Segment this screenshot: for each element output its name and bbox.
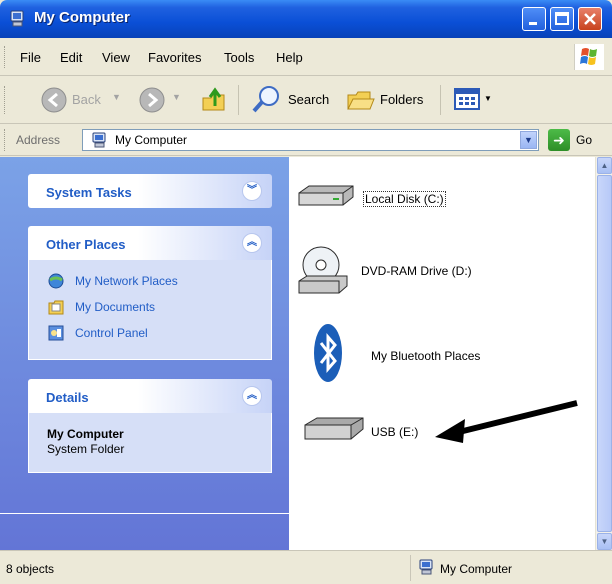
menu-view[interactable]: View	[102, 50, 130, 65]
window-title: My Computer	[34, 9, 130, 26]
address-value: My Computer	[115, 133, 188, 147]
scroll-thumb[interactable]	[597, 175, 612, 532]
forward-dropdown-icon[interactable]: ▼	[172, 92, 181, 102]
title-bar[interactable]: My Computer	[0, 0, 612, 38]
pane-divider	[0, 513, 289, 514]
menu-bar: File Edit View Favorites Tools Help	[0, 38, 612, 76]
toolbar-separator	[238, 85, 239, 115]
forward-arrow-icon[interactable]	[138, 86, 166, 114]
link-control-panel[interactable]: Control Panel	[75, 326, 148, 340]
toolbar-separator	[440, 85, 441, 115]
other-places-header[interactable]: Other Places ︽	[28, 226, 272, 260]
back-dropdown-icon[interactable]: ▼	[112, 92, 121, 102]
usb-drive-icon	[304, 417, 364, 440]
task-pane: System Tasks ︾ Other Places ︽ My Network…	[0, 157, 289, 550]
other-places-title: Other Places	[46, 237, 126, 252]
other-places-body: My Network Places My Documents Control P…	[28, 260, 272, 360]
other-places-panel: Other Places ︽ My Network Places My Docu…	[28, 226, 272, 360]
back-arrow-icon[interactable]	[40, 86, 68, 114]
windows-logo	[574, 44, 604, 70]
menu-help[interactable]: Help	[276, 50, 303, 65]
network-places-icon	[48, 273, 64, 289]
menu-tools[interactable]: Tools	[224, 50, 254, 65]
back-button-label[interactable]: Back	[72, 92, 101, 107]
standard-toolbar: Back ▼ ▼ Search Folders ▼	[0, 76, 612, 124]
link-my-documents[interactable]: My Documents	[75, 300, 155, 314]
annotation-arrow-icon	[435, 400, 578, 443]
toolbar-grip[interactable]	[4, 86, 7, 114]
system-tasks-panel: System Tasks ︾	[28, 174, 272, 208]
go-button-label[interactable]: Go	[576, 133, 592, 147]
menu-edit[interactable]: Edit	[60, 50, 82, 65]
maximize-icon	[555, 12, 569, 25]
details-type: System Folder	[47, 442, 125, 456]
bluetooth-label[interactable]: My Bluetooth Places	[371, 349, 480, 363]
status-divider	[410, 555, 411, 581]
expand-chevron-icon[interactable]: ︾	[242, 181, 262, 201]
scroll-up-icon[interactable]: ▲	[597, 157, 612, 174]
system-tasks-title: System Tasks	[46, 185, 132, 200]
status-bar: 8 objects My Computer	[0, 550, 612, 584]
views-icon[interactable]	[454, 87, 480, 111]
link-my-network-places[interactable]: My Network Places	[75, 274, 178, 288]
control-panel-icon	[48, 325, 64, 341]
go-arrow-icon[interactable]: ➜	[548, 129, 570, 151]
address-input[interactable]: My Computer ▼	[82, 129, 539, 151]
search-button-label[interactable]: Search	[288, 92, 329, 107]
computer-icon	[92, 132, 106, 148]
details-name: My Computer	[47, 427, 124, 441]
collapse-chevron-icon[interactable]: ︽	[242, 386, 262, 406]
scroll-down-icon[interactable]: ▼	[597, 533, 612, 550]
up-folder-icon[interactable]	[200, 84, 230, 114]
hard-disk-icon	[298, 185, 354, 206]
status-location: My Computer	[440, 562, 513, 576]
close-icon	[584, 13, 596, 25]
drive-label-e[interactable]: USB (E:)	[371, 425, 418, 439]
close-button[interactable]	[578, 7, 602, 31]
maximize-button[interactable]	[550, 7, 574, 31]
menu-favorites[interactable]: Favorites	[148, 50, 201, 65]
collapse-chevron-icon[interactable]: ︽	[242, 233, 262, 253]
address-bar: Address My Computer ▼ ➜ Go	[0, 124, 612, 156]
views-dropdown-icon[interactable]: ▼	[484, 94, 492, 103]
details-body: My Computer System Folder	[28, 413, 272, 473]
details-title: Details	[46, 390, 89, 405]
vertical-scrollbar[interactable]: ▲ ▼	[595, 157, 612, 550]
bluetooth-icon	[314, 324, 342, 382]
details-header[interactable]: Details ︽	[28, 379, 272, 413]
address-grip[interactable]	[4, 129, 7, 151]
computer-icon	[10, 10, 24, 27]
system-tasks-header[interactable]: System Tasks ︾	[28, 174, 272, 208]
drive-label-c[interactable]: Local Disk (C:)	[363, 191, 446, 207]
search-icon[interactable]	[250, 84, 282, 116]
computer-icon	[419, 559, 433, 575]
address-label: Address	[16, 133, 61, 147]
folders-button-label[interactable]: Folders	[380, 92, 423, 107]
details-panel: Details ︽ My Computer System Folder	[28, 379, 272, 473]
file-view[interactable]: Local Disk (C:) DVD-RAM Drive (D:) My Bl…	[289, 157, 595, 550]
address-dropdown-icon[interactable]: ▼	[520, 131, 537, 149]
menu-file[interactable]: File	[20, 50, 41, 65]
status-object-count: 8 objects	[6, 562, 55, 576]
folders-icon[interactable]	[346, 85, 376, 115]
minimize-button[interactable]	[522, 7, 546, 31]
drive-label-d[interactable]: DVD-RAM Drive (D:)	[361, 264, 472, 278]
my-documents-icon	[48, 300, 64, 315]
dvd-drive-icon	[298, 246, 348, 294]
menubar-grip[interactable]	[4, 46, 7, 68]
windows-flag-icon	[580, 48, 597, 65]
explorer-window: My Computer File Edit View Favorites Too…	[0, 0, 612, 584]
minimize-icon	[529, 22, 537, 25]
